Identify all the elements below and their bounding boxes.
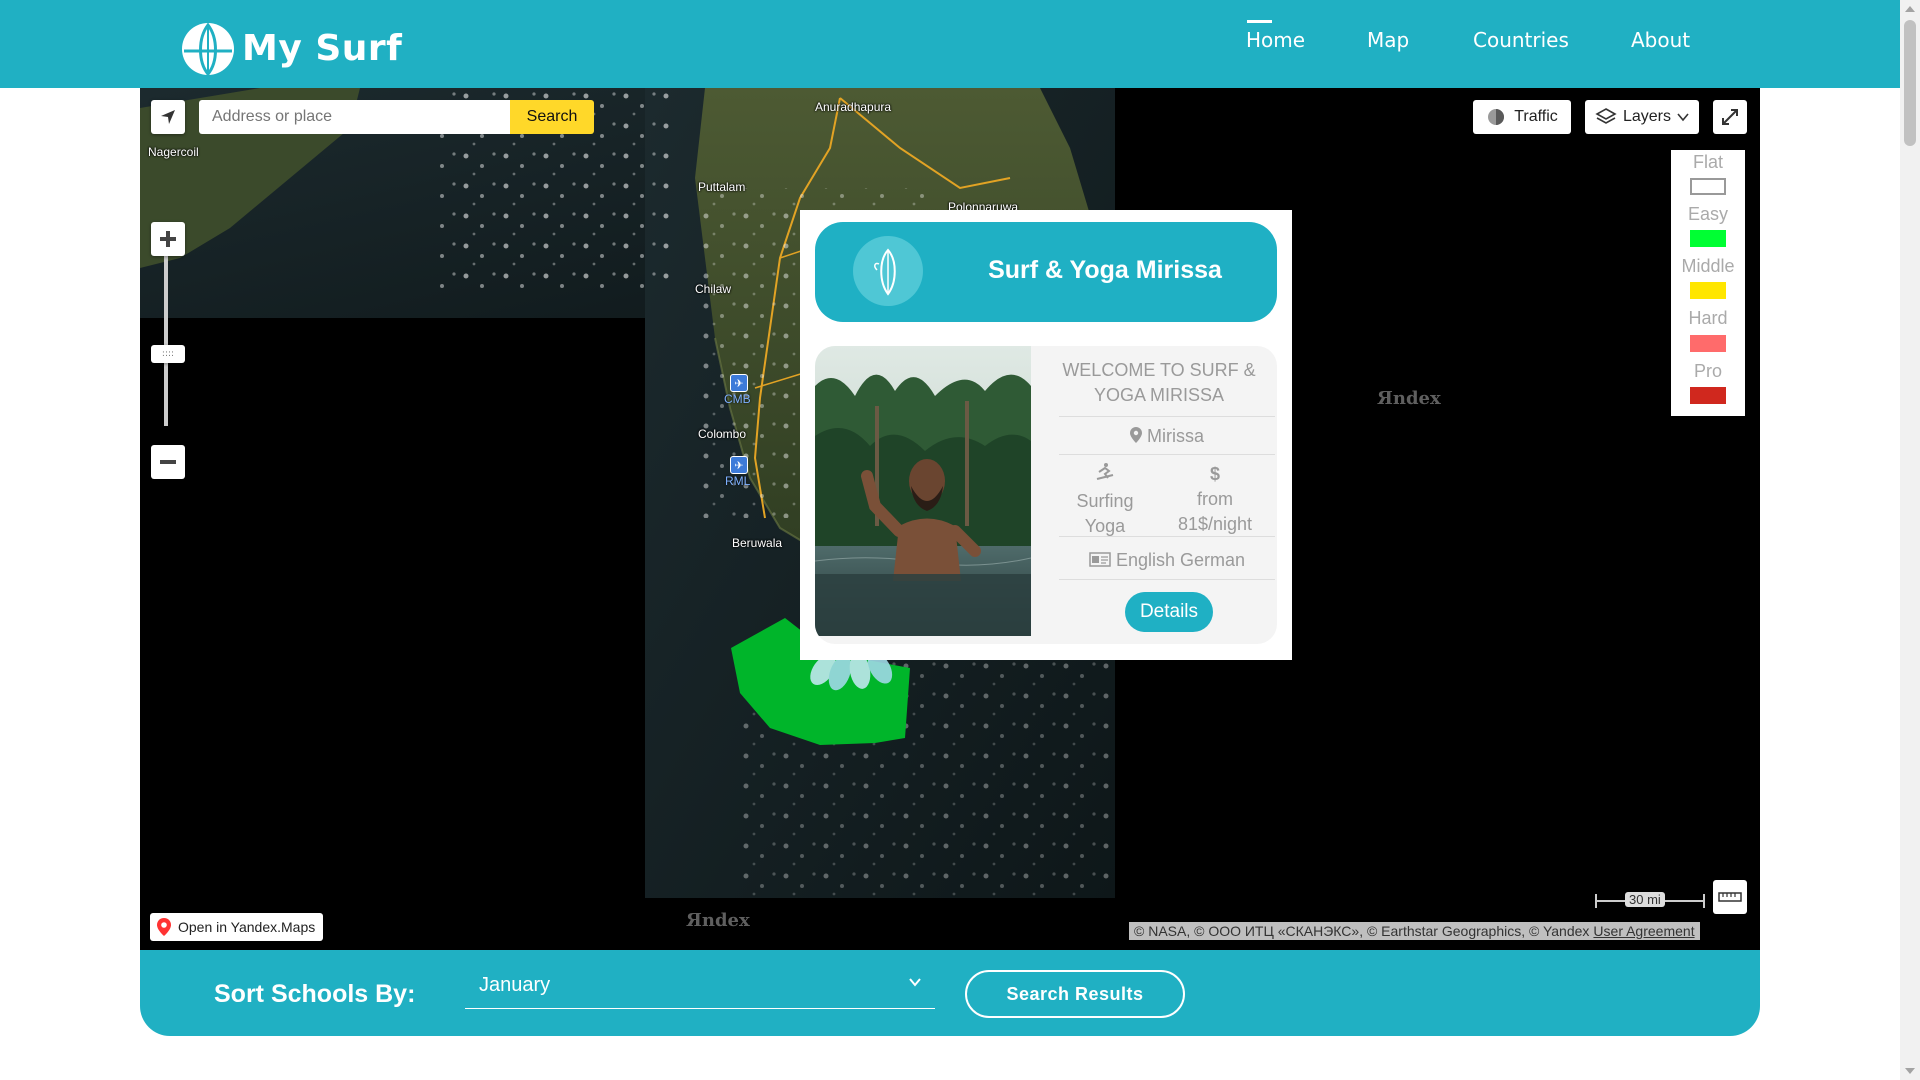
map-copyright: © NASA, © ООО ИТЦ «СКАНЭКС», © Earthstar… [1129,922,1700,940]
school-location: Mirissa [1059,426,1275,447]
open-in-yandex-label: Open in Yandex.Maps [178,919,316,935]
locate-me-button[interactable] [151,100,185,134]
scroll-up-icon[interactable] [1905,6,1915,12]
airport-code-cmb: CMB [724,392,751,406]
map-viewport[interactable]: Anuradhapura Nagercoil Puttalam Polonnar… [140,88,1760,950]
details-button[interactable]: Details [1125,592,1213,632]
nav-active-indicator [1247,20,1272,23]
scale-label: 30 mi [1625,892,1665,907]
layers-label: Layers [1622,108,1672,125]
zoom-in-button[interactable] [151,222,185,256]
fullscreen-button[interactable] [1713,100,1747,134]
divider [1059,416,1275,417]
expand-icon [1722,109,1738,125]
scale-bar: 30 mi [1595,892,1705,908]
popup-header: Surf & Yoga Mirissa [815,222,1277,322]
school-photo [815,346,1031,636]
minus-icon [160,460,176,464]
scroll-thumb[interactable] [1904,20,1916,146]
location-pin-icon [1129,427,1142,443]
nav-home[interactable]: Home [1246,28,1305,52]
nav-countries[interactable]: Countries [1473,28,1569,52]
language-card-icon [1089,552,1111,567]
surfboard-icon [853,236,923,306]
sort-bar: Sort Schools By: January Search Results [140,950,1760,1036]
plus-icon [160,231,176,247]
legend-swatch-flat [1690,178,1726,195]
yandex-watermark: Яndex [1377,388,1441,409]
location-text: Mirissa [1147,426,1204,446]
legend-swatch-pro [1690,387,1726,404]
nav-map[interactable]: Map [1367,28,1409,52]
school-languages: English German [1059,550,1275,571]
site-logo[interactable]: My Surf [180,18,402,78]
map-search-button[interactable]: Search [510,100,594,134]
school-activities: Surfing Yoga [1045,462,1165,539]
traffic-label: Traffic [1514,108,1558,125]
legend-label-pro: Pro [1693,361,1722,381]
popup-welcome-text: WELCOME TO SURF & YOGA MIRISSA [1062,360,1256,405]
divider [1059,536,1275,537]
user-agreement-link[interactable]: User Agreement [1593,923,1694,939]
price-text: from 81$/night [1177,489,1253,534]
sort-label: Sort Schools By: [214,980,416,1008]
airport-code-rml: RML [725,474,751,488]
search-results-button[interactable]: Search Results [965,970,1185,1018]
nav-about[interactable]: About [1631,28,1690,52]
surfer-icon [1096,463,1114,480]
legend-label-flat: Flat [1692,152,1723,172]
month-select[interactable]: January [465,972,935,1009]
difficulty-legend: Flat Easy Middle Hard Pro [1671,150,1745,416]
legend-label-middle: Middle [1681,256,1735,276]
school-price: $ from 81$/night [1155,462,1275,537]
legend-label-easy: Easy [1687,204,1729,224]
dollar-icon: $ [1209,464,1220,484]
label-colombo: Colombo [698,427,747,441]
map-pin-icon [157,918,171,936]
layers-dropdown[interactable]: Layers [1585,100,1699,134]
legend-swatch-middle [1690,282,1726,299]
label-nagercoil: Nagercoil [148,145,199,159]
airport-icon[interactable]: ✈ [730,374,748,392]
open-in-yandex-button[interactable]: Open in Yandex.Maps [150,913,324,941]
legend-swatch-hard [1690,335,1726,352]
address-search-input[interactable] [199,100,511,134]
copyright-text: © NASA, © ООО ИТЦ «СКАНЭКС», © Earthstar… [1134,923,1590,939]
traffic-button[interactable]: Traffic [1473,100,1571,134]
label-beruwala: Beruwala [732,536,783,550]
popup-title: Surf & Yoga Mirissa [988,256,1222,284]
zoom-out-button[interactable] [151,445,185,479]
site-name: My Surf [242,27,403,69]
legend-label-hard: Hard [1688,308,1728,328]
airport-icon[interactable]: ✈ [730,456,748,474]
popup-card: WELCOME TO SURF & YOGA MIRISSA Mirissa S… [815,346,1277,644]
scroll-down-icon[interactable] [1905,1068,1915,1074]
divider [1059,454,1275,455]
legend-swatch-easy [1690,230,1726,247]
chevron-down-icon [1677,113,1689,122]
traffic-light-icon [1488,109,1505,125]
yandex-watermark: Яndex [686,910,750,931]
label-chilaw: Chilaw [695,282,732,296]
divider [1059,579,1275,580]
ruler-button[interactable] [1713,880,1747,914]
school-popup: Surf & Yoga Mirissa WELCOME TO SURF & YO… [800,210,1292,660]
top-header: My Surf Home Map Countries About [0,0,1900,88]
label-puttalam: Puttalam [698,180,746,194]
zoom-slider-track[interactable] [164,226,168,426]
label-anuradhapura: Anuradhapura [815,100,892,114]
layers-icon [1595,108,1617,124]
navigation-arrow-icon [161,110,175,124]
ruler-icon [1718,892,1742,902]
activities-text: Surfing Yoga [1076,491,1134,536]
zoom-slider-handle[interactable]: :::: [151,345,185,363]
selected-month: January [479,974,551,996]
languages-text: English German [1115,550,1246,570]
surfboard-logo-icon [182,22,234,77]
page-scrollbar[interactable] [1900,0,1920,1080]
chevron-down-icon [909,978,921,987]
